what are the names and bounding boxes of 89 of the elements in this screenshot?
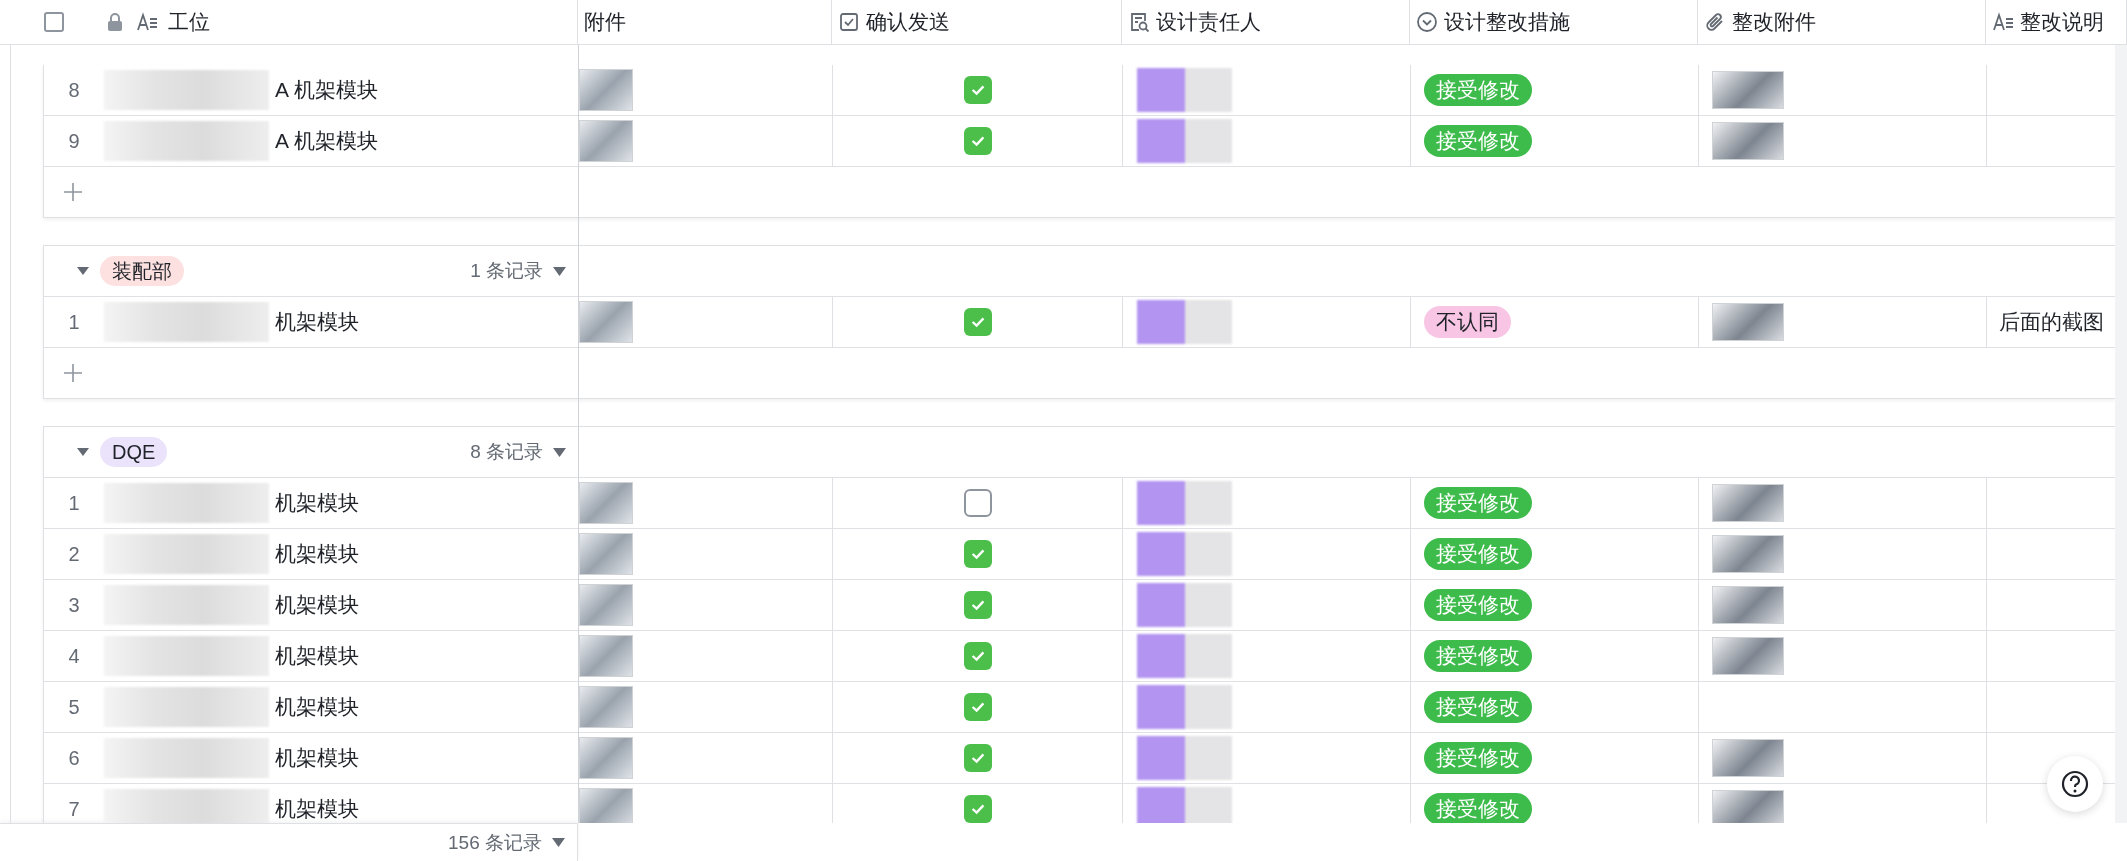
column-header[interactable]: 整改附件 [1732, 8, 1816, 36]
plus-icon[interactable] [62, 181, 84, 203]
circle-chevron-icon [1416, 11, 1438, 33]
column-header[interactable]: 确认发送 [866, 8, 950, 36]
table-cell-text: 机架模块 [275, 694, 359, 720]
column-header[interactable]: 设计责任人 [1156, 8, 1261, 36]
row-number: 7 [67, 797, 81, 821]
checkbox[interactable] [963, 591, 992, 619]
table-cell-text: 机架模块 [275, 490, 359, 516]
image-thumbnail[interactable] [1712, 790, 1784, 823]
checkbox[interactable] [963, 308, 992, 336]
record-count: 156 条记录 [448, 830, 542, 855]
status-tag: 接受修改 [1424, 691, 1532, 723]
help-button[interactable] [2047, 756, 2103, 812]
row-number: 2 [67, 542, 81, 566]
image-thumbnail[interactable] [1712, 484, 1784, 522]
table-cell-text: 机架模块 [275, 592, 359, 618]
image-thumbnail[interactable] [1712, 71, 1784, 109]
image-thumbnail[interactable] [579, 686, 633, 728]
status-tag: 接受修改 [1424, 538, 1532, 570]
checkbox-icon [838, 11, 860, 33]
row-number: 9 [67, 129, 81, 153]
status-tag: 接受修改 [1424, 74, 1532, 106]
caret-down-icon[interactable] [553, 447, 566, 457]
status-tag: 接受修改 [1424, 793, 1532, 823]
status-tag: 接受修改 [1424, 742, 1532, 774]
table-cell-text: 机架模块 [275, 541, 359, 567]
status-tag: 接受修改 [1424, 589, 1532, 621]
record-count: 1 条记录 [470, 259, 543, 283]
text-field-icon [1992, 11, 2014, 33]
image-thumbnail[interactable] [1712, 739, 1784, 777]
table-cell-text: A 机架模块 [275, 77, 378, 103]
status-tag: 接受修改 [1424, 487, 1532, 519]
column-header[interactable]: 整改说明 [2020, 8, 2104, 36]
image-thumbnail[interactable] [1712, 637, 1784, 675]
row-number: 6 [67, 746, 81, 770]
group-tag: 装配部 [100, 256, 184, 286]
select-all-checkbox[interactable] [44, 12, 64, 32]
checkbox[interactable] [963, 642, 992, 670]
image-thumbnail[interactable] [579, 482, 633, 524]
group-tag: DQE [100, 437, 168, 467]
checkbox[interactable] [963, 795, 992, 823]
row-number: 1 [67, 310, 81, 334]
question-mark-icon [2060, 769, 2090, 799]
checkbox[interactable] [963, 693, 992, 721]
row-number: 3 [67, 593, 81, 617]
image-thumbnail[interactable] [579, 69, 633, 111]
checkbox[interactable] [963, 540, 992, 568]
image-thumbnail[interactable] [1712, 303, 1784, 341]
status-tag: 接受修改 [1424, 640, 1532, 672]
caret-down-icon[interactable] [76, 266, 90, 276]
row-number: 5 [67, 695, 81, 719]
checkbox[interactable] [963, 127, 992, 155]
image-thumbnail[interactable] [579, 120, 633, 162]
checkbox[interactable] [963, 489, 992, 517]
image-thumbnail[interactable] [579, 737, 633, 779]
image-thumbnail[interactable] [579, 584, 633, 626]
table-cell-text: 机架模块 [275, 309, 359, 335]
image-thumbnail[interactable] [579, 635, 633, 677]
column-header[interactable]: 设计整改措施 [1444, 8, 1570, 36]
table-cell-text: A 机架模块 [275, 128, 378, 154]
table-cell-text: 机架模块 [275, 643, 359, 669]
paperclip-icon [1704, 11, 1726, 33]
row-number: 8 [67, 78, 81, 102]
checkbox[interactable] [963, 76, 992, 104]
table-cell-text: 机架模块 [275, 745, 359, 771]
table-cell-text: 机架模块 [275, 796, 359, 822]
column-header[interactable]: 工位 [168, 8, 210, 36]
column-header[interactable]: 附件 [584, 8, 626, 36]
caret-down-icon[interactable] [552, 838, 565, 847]
row-number: 4 [67, 644, 81, 668]
image-thumbnail[interactable] [1712, 122, 1784, 160]
record-count: 8 条记录 [470, 440, 543, 464]
text-field-icon [136, 11, 158, 33]
image-thumbnail[interactable] [579, 788, 633, 823]
document-search-icon [1128, 11, 1150, 33]
scrollbar[interactable] [2115, 45, 2127, 823]
status-tag: 接受修改 [1424, 125, 1532, 157]
row-number: 1 [67, 491, 81, 515]
table-cell-text: 后面的截图 [1998, 309, 2104, 335]
image-thumbnail[interactable] [1712, 535, 1784, 573]
image-thumbnail[interactable] [579, 301, 633, 343]
checkbox[interactable] [963, 744, 992, 772]
plus-icon[interactable] [62, 362, 84, 384]
image-thumbnail[interactable] [1712, 586, 1784, 624]
status-tag: 不认同 [1424, 306, 1511, 338]
caret-down-icon[interactable] [76, 447, 90, 457]
caret-down-icon[interactable] [553, 266, 566, 276]
image-thumbnail[interactable] [579, 533, 633, 575]
